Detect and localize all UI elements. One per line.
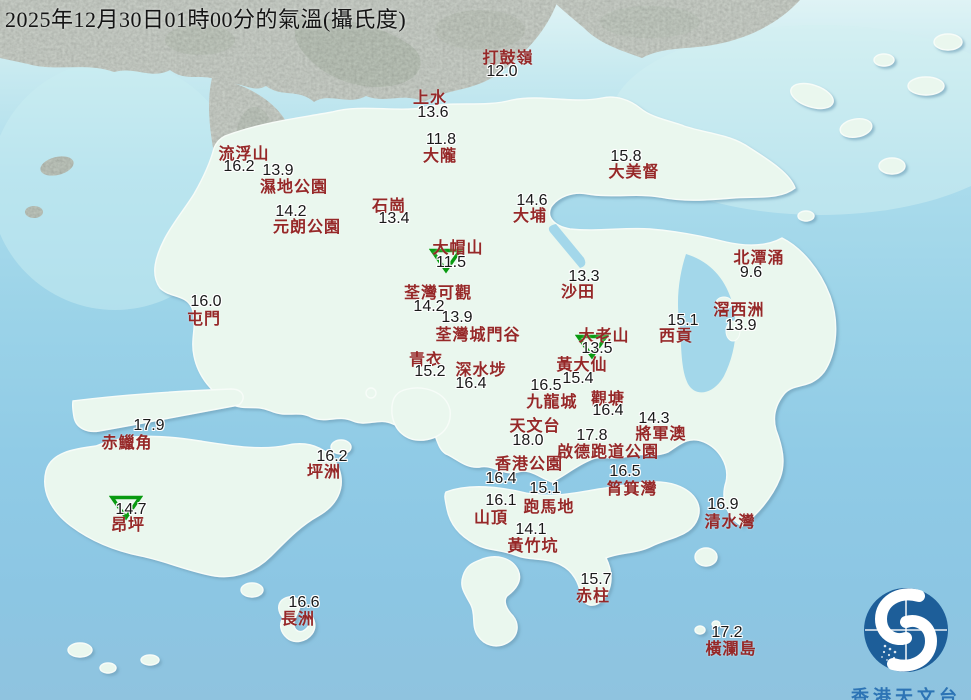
station-temp-value: 15.1 [667, 312, 699, 329]
stations-layer: 打鼓嶺 12.0 上水 13.6 大隴 11.8 流浮山 16.2 濕地公園 13.9 大美督 15.… [0, 0, 971, 700]
station-temp-value: 15.4 [562, 370, 594, 387]
station-temp-value: 15.8 [610, 148, 642, 165]
station-temp-value: 14.3 [638, 410, 670, 427]
station-temp-value: 18.0 [512, 432, 544, 449]
station-temp-value: 14.7 [115, 501, 147, 518]
hko-logo-icon [864, 588, 948, 672]
hko-logo-text-cn: 香港天文台 [851, 687, 961, 700]
station-temp-value: 12.0 [486, 63, 518, 80]
station-temp-value: 13.4 [378, 210, 410, 227]
temperature-map: 2025年12月30日01時00分的氣溫(攝氏度) 打鼓嶺 12.0 上水 13.6 大… [0, 0, 971, 700]
map-title: 2025年12月30日01時00分的氣溫(攝氏度) [5, 7, 407, 32]
station-temp-value: 15.7 [580, 571, 612, 588]
station-temp-value: 16.4 [592, 402, 624, 419]
station-temp-value: 15.1 [529, 480, 561, 497]
station-temp-value: 13.9 [441, 309, 473, 326]
hko-logo: 香港天文台 HONG KONG OBSERVATORY [842, 586, 970, 700]
station-temp-value: 16.1 [485, 492, 517, 509]
station-temp-value: 17.2 [711, 624, 743, 641]
station-temp-value: 14.1 [515, 521, 547, 538]
station-temp-value: 17.8 [576, 427, 608, 444]
station-temp-value: 14.6 [516, 192, 548, 209]
station-temp-value: 14.2 [275, 203, 307, 220]
station-temp-value: 17.9 [133, 417, 165, 434]
station-temp-value: 16.5 [530, 377, 562, 394]
station-temp-value: 15.2 [414, 363, 446, 380]
station-temp-value: 11.8 [426, 131, 456, 148]
station-temp-value: 16.9 [707, 496, 739, 513]
station-temp-value: 13.6 [417, 104, 449, 121]
station-temp-value: 16.2 [316, 448, 348, 465]
station-temp-value: 14.2 [413, 298, 445, 315]
station-temp-value: 16.4 [485, 470, 517, 487]
station-temp-value: 16.6 [288, 594, 320, 611]
station-temp-value: 11.5 [436, 254, 466, 271]
station-temp-value: 9.6 [739, 264, 763, 281]
station-temp-value: 16.2 [223, 158, 255, 175]
station-temp-value: 13.9 [725, 317, 757, 334]
station-temp-value: 16.4 [455, 375, 487, 392]
station-temp-value: 13.3 [568, 268, 600, 285]
station-name-label: 啟德跑道公園 [556, 444, 660, 461]
station-temp-value: 13.9 [262, 162, 294, 179]
station-temp-value: 16.0 [190, 293, 222, 310]
station-temp-value: 16.5 [609, 463, 641, 480]
